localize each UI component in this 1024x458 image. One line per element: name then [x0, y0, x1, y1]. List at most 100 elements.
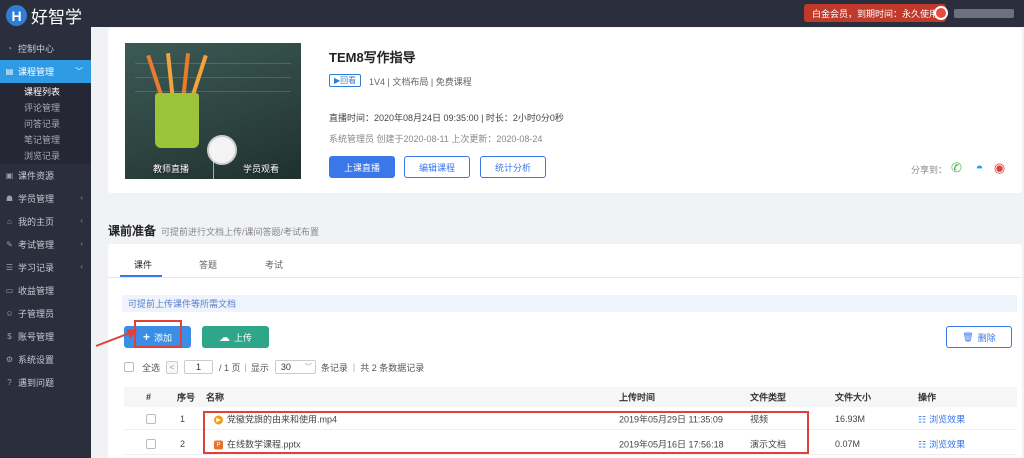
sidebar-item-label: 子管理员 — [18, 308, 55, 319]
statistics-button[interactable]: 统计分析 — [480, 156, 546, 178]
section-title: 课前准备 — [108, 224, 157, 238]
replay-tag[interactable]: ▶回看 — [329, 74, 362, 87]
brand-name: 好智学 — [31, 8, 82, 28]
cloud-upload-icon: ☁ — [218, 331, 230, 344]
col-header-file-size: 文件大小 — [835, 392, 872, 403]
sidebar-item-exams[interactable]: ✎ 考试管理 ‹ — [0, 233, 91, 256]
sidebar-item-revenue[interactable]: ▭ 收益管理 — [0, 279, 91, 302]
creator-info: 系统管理员 创建于2020-08-11 上次更新：2020-08-24 — [329, 134, 543, 144]
sidebar-item-label: 遇到问题 — [18, 377, 55, 388]
chevron-down-icon: ﹀ — [304, 364, 312, 371]
user-avatar[interactable] — [934, 6, 948, 20]
edit-course-button[interactable]: 编辑课程 — [404, 156, 470, 178]
sidebar-item-learning-records[interactable]: ☰ 学习记录 ‹ — [0, 256, 91, 279]
sidebar-item-settings[interactable]: ⚙ 系统设置 — [0, 348, 91, 371]
select-all-checkbox[interactable] — [124, 362, 134, 372]
active-tab-indicator — [120, 275, 162, 277]
sidebar: ◔ 控制中心 ▤ 课程管理 ﹀ 课程列表 评论管理 问答记录 笔记管理 浏览记录… — [0, 27, 91, 458]
show-label: 显示 — [250, 362, 269, 373]
per-page-value: 30 — [280, 362, 291, 372]
row-checkbox[interactable] — [146, 439, 156, 449]
sidebar-item-my-home[interactable]: ⌂ 我的主页 ‹ — [0, 210, 91, 233]
course-submenu: 课程列表 评论管理 问答记录 笔记管理 浏览记录 — [0, 83, 91, 164]
sidebar-item-label: 账号管理 — [18, 331, 55, 342]
logo[interactable]: H 好智学 — [6, 3, 82, 28]
exam-icon: ✎ — [6, 239, 13, 249]
sidebar-item-label: 课程管理 — [18, 67, 55, 77]
col-header-actions: 操作 — [918, 392, 937, 403]
col-header-index: 序号 — [177, 392, 196, 403]
sidebar-item-label: 控制中心 — [18, 44, 55, 54]
record-icon: ☰ — [5, 262, 14, 272]
submenu-item-course-list[interactable]: 课程列表 — [0, 83, 91, 99]
chevron-down-icon: ﹀ — [75, 67, 83, 76]
tab-exam[interactable]: 考试 — [265, 258, 283, 271]
tab-quiz[interactable]: 答题 — [199, 258, 217, 271]
submenu-item-browse-history[interactable]: 浏览记录 — [0, 148, 91, 164]
preview-link[interactable]: ☷ 浏览效果 — [918, 413, 965, 426]
book-icon: ▤ — [5, 67, 14, 76]
username-redacted[interactable] — [954, 9, 1014, 18]
submenu-item-comments[interactable]: 评论管理 — [0, 99, 91, 115]
sidebar-item-label: 课件资源 — [18, 170, 55, 181]
row-file-size: 16.93M — [835, 414, 866, 424]
sidebar-item-label: 学习记录 — [18, 262, 55, 273]
col-header-file-type: 文件类型 — [750, 392, 787, 403]
wallet-icon: ▭ — [5, 285, 14, 295]
weibo-icon[interactable]: ◉ — [991, 159, 1008, 176]
per-page-select[interactable]: 30 ﹀ — [274, 360, 316, 374]
pager-separator: | — [244, 362, 247, 372]
prev-page-button[interactable]: < — [166, 360, 179, 374]
submenu-item-notes[interactable]: 笔记管理 — [0, 132, 91, 148]
delete-button[interactable]: 🗑 删除 — [946, 326, 1012, 348]
col-header-upload-time: 上传时间 — [619, 392, 656, 403]
preview-link-label: 浏览效果 — [929, 414, 966, 425]
list-icon: ☷ — [918, 414, 927, 425]
settings-icon: ⚙ — [5, 354, 14, 364]
admin-icon: ☺ — [5, 308, 14, 318]
sidebar-item-sub-admins[interactable]: ☺ 子管理员 — [0, 302, 91, 325]
sidebar-item-dashboard[interactable]: ◔ 控制中心 — [0, 37, 91, 60]
qq-icon[interactable]: ◓ — [971, 159, 988, 176]
wechat-icon[interactable]: ✆ — [948, 159, 965, 176]
sidebar-item-label: 收益管理 — [18, 285, 55, 296]
share-label: 分享到： — [911, 165, 948, 175]
row-file-size: 0.07M — [835, 439, 861, 449]
folder-icon: ▣ — [5, 170, 14, 180]
vip-status-badge[interactable]: 白金会员，到期时间：永久使用 — [804, 4, 947, 22]
course-meta: 1V4 | 文档布局 | 免费课程 — [369, 77, 472, 87]
course-card: 教师直播 学员观看 TEM8写作指导 ▶回看 1V4 | 文档布局 | 免费课程… — [108, 28, 1022, 193]
pagination-bar: 全选 < 1 / 1 页 | 显示 30 ﹀ 条记录 | 共 2 条数据记录 — [124, 360, 424, 374]
sidebar-item-help[interactable]: ? 遇到问题 — [0, 371, 91, 394]
pencil-cup — [155, 93, 199, 148]
sidebar-item-resources[interactable]: ▣ 课件资源 — [0, 164, 91, 187]
record-summary: 共 2 条数据记录 — [360, 362, 425, 373]
logo-badge: H — [6, 5, 27, 26]
sidebar-item-label: 系统设置 — [18, 354, 55, 365]
start-live-button[interactable]: 上课直播 — [329, 156, 395, 178]
page-number-input[interactable]: 1 — [184, 360, 214, 374]
row-checkbox[interactable] — [146, 414, 156, 424]
add-button-highlight-box — [134, 320, 182, 348]
sidebar-item-students[interactable]: ☗ 学员管理 ‹ — [0, 187, 91, 210]
upload-button[interactable]: ☁ 上传 — [202, 326, 269, 348]
chevron-left-icon: ‹ — [80, 238, 83, 248]
top-bar: H 好智学 白金会员，到期时间：永久使用 — [0, 0, 1024, 28]
sidebar-item-label: 考试管理 — [18, 239, 55, 250]
cover-label-teacher: 教师直播 — [153, 164, 190, 174]
preview-link[interactable]: ☷ 浏览效果 — [918, 438, 965, 451]
upload-button-label: 上传 — [233, 332, 252, 343]
live-time: 直播时间：2020年08月24日 09:35:00 | 时长：2小时0分0秒 — [329, 113, 564, 123]
sidebar-item-account[interactable]: $ 账号管理 — [0, 325, 91, 348]
tab-courseware[interactable]: 课件 — [134, 258, 152, 271]
submenu-item-qa[interactable]: 问答记录 — [0, 115, 91, 131]
sidebar-item-label: 我的主页 — [18, 216, 55, 227]
course-cover-image[interactable]: 教师直播 学员观看 — [125, 43, 301, 179]
pager-separator: | — [352, 362, 356, 372]
col-header-hash: # — [146, 392, 152, 402]
sidebar-item-course-management[interactable]: ▤ 课程管理 ﹀ — [0, 60, 91, 83]
cover-divider — [213, 143, 214, 179]
row-index: 2 — [180, 439, 186, 449]
table-header: # 序号 名称 上传时间 文件类型 文件大小 操作 — [124, 387, 1017, 407]
dashboard-icon: ◔ — [7, 44, 12, 53]
